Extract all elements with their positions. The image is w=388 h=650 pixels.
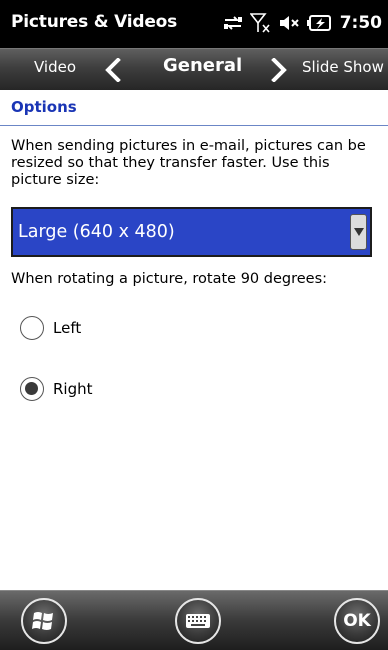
no-signal-icon[interactable] xyxy=(249,13,272,33)
start-button[interactable] xyxy=(21,598,67,644)
clock: 7:50 xyxy=(339,13,382,33)
radio-label-left: Left xyxy=(53,319,82,337)
chevron-right-icon[interactable] xyxy=(270,57,288,86)
tab-slide-show[interactable]: Slide Show xyxy=(302,58,384,76)
bottom-bar: OK xyxy=(0,590,388,650)
ok-label: OK xyxy=(343,611,371,631)
picture-size-value: Large (640 x 480) xyxy=(18,222,175,242)
data-sync-icon[interactable] xyxy=(222,14,244,32)
options-panel: Options When sending pictures in e-mail,… xyxy=(0,90,388,590)
radio-left[interactable]: Left xyxy=(20,316,81,340)
windows-start-icon xyxy=(32,612,53,630)
section-divider xyxy=(0,125,388,126)
radio-label-right: Right xyxy=(53,380,93,398)
app-title: Pictures & Videos xyxy=(11,12,178,32)
status-bar: Pictures & Videos 7:50 xyxy=(0,0,388,48)
speaker-muted-icon[interactable] xyxy=(278,14,300,32)
tab-video[interactable]: Video xyxy=(34,58,76,76)
radio-right[interactable]: Right xyxy=(20,377,93,401)
ok-button[interactable]: OK xyxy=(334,598,380,644)
rotate-label: When rotating a picture, rotate 90 degre… xyxy=(11,271,328,287)
radio-button-right[interactable] xyxy=(20,377,44,401)
radio-button-left[interactable] xyxy=(20,316,44,340)
tab-general[interactable]: General xyxy=(163,55,242,76)
picture-size-dropdown[interactable]: Large (640 x 480) xyxy=(11,207,372,257)
radio-selected-dot xyxy=(25,382,38,395)
resize-description: When sending pictures in e-mail, picture… xyxy=(11,138,366,188)
keyboard-button[interactable] xyxy=(175,598,221,644)
chevron-left-icon[interactable] xyxy=(104,57,122,86)
keyboard-icon xyxy=(186,614,210,628)
section-title: Options xyxy=(11,98,77,116)
battery-charging-icon[interactable] xyxy=(306,14,332,32)
tab-bar: Video General Slide Show xyxy=(0,48,388,90)
status-icons: 7:50 xyxy=(222,11,382,35)
dropdown-arrow-icon[interactable] xyxy=(350,214,367,250)
